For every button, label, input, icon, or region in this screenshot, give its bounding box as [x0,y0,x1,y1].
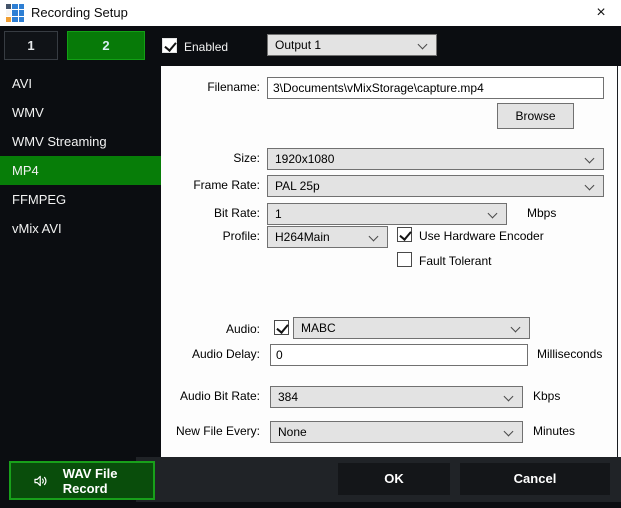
sidebar-item-ffmpeg[interactable]: FFMPEG [0,185,161,214]
chevron-down-icon [418,40,428,50]
sidebar-item-mp4[interactable]: MP4 [0,156,161,185]
tab-output-1[interactable]: 1 [4,31,58,60]
sidebar: AVI WMV WMV Streaming MP4 FFMPEG vMix AV… [0,66,161,508]
size-select[interactable]: 1920x1080 [267,148,604,170]
audio-delay-unit: Milliseconds [537,347,602,361]
audio-label: Audio: [161,322,260,336]
chevron-down-icon [504,427,514,437]
bit-rate-select-value: 1 [275,207,282,221]
new-file-every-select-value: None [278,425,307,439]
output-select-value: Output 1 [275,38,321,52]
filename-input[interactable] [267,77,604,99]
sidebar-item-avi[interactable]: AVI [0,69,161,98]
bit-rate-select[interactable]: 1 [267,203,507,225]
bit-rate-label: Bit Rate: [161,206,260,220]
cancel-button[interactable]: Cancel [460,463,610,495]
frame-rate-label: Frame Rate: [161,178,260,192]
chevron-down-icon [511,323,521,333]
window-title: Recording Setup [31,0,128,26]
audio-select-value: MABC [301,321,336,335]
browse-button[interactable]: Browse [497,103,574,129]
sidebar-item-wmv-streaming[interactable]: WMV Streaming [0,127,161,156]
speaker-icon [33,472,49,490]
vmix-logo-icon [6,4,24,22]
new-file-every-label: New File Every: [161,424,260,438]
new-file-every-select[interactable]: None [270,421,523,443]
frame-rate-select[interactable]: PAL 25p [267,175,604,197]
size-select-value: 1920x1080 [275,152,334,166]
fault-tolerant-checkbox[interactable] [397,252,412,267]
audio-bit-rate-unit: Kbps [533,389,560,403]
profile-select-value: H264Main [275,230,330,244]
wav-file-record-button[interactable]: WAV File Record [9,461,155,500]
enabled-label: Enabled [184,40,228,54]
audio-delay-label: Audio Delay: [161,347,260,361]
size-label: Size: [161,151,260,165]
frame-rate-select-value: PAL 25p [275,179,320,193]
titlebar: Recording Setup × [0,0,621,26]
bit-rate-unit: Mbps [527,206,556,220]
output-select[interactable]: Output 1 [267,34,437,56]
sidebar-item-vmix-avi[interactable]: vMix AVI [0,214,161,243]
wav-file-record-label: WAV File Record [63,466,153,496]
chevron-down-icon [585,181,595,191]
tab-output-2[interactable]: 2 [67,31,145,60]
audio-bit-rate-select-value: 384 [278,390,298,404]
top-strip: 1 2 Enabled Output 1 [0,26,621,66]
filename-label: Filename: [161,80,260,94]
audio-delay-input[interactable] [270,344,528,366]
panel-edge-divider [617,66,618,457]
recording-setup-window: Recording Setup × 1 2 Enabled Output 1 A… [0,0,621,508]
use-hardware-encoder-checkbox[interactable] [397,227,412,242]
chevron-down-icon [488,209,498,219]
audio-bit-rate-select[interactable]: 384 [270,386,523,408]
chevron-down-icon [504,392,514,402]
sidebar-item-wmv[interactable]: WMV [0,98,161,127]
enabled-checkbox[interactable] [162,38,177,53]
use-hardware-encoder-label: Use Hardware Encoder [419,229,544,243]
audio-checkbox[interactable] [274,320,289,335]
close-icon[interactable]: × [585,0,617,26]
chevron-down-icon [369,232,379,242]
new-file-every-unit: Minutes [533,424,575,438]
ok-button[interactable]: OK [338,463,450,495]
settings-panel: Filename: Browse Size: 1920x1080 Frame R… [161,66,621,457]
audio-bit-rate-label: Audio Bit Rate: [161,389,260,403]
footer-bar: WAV File Record OK Cancel [0,457,621,508]
chevron-down-icon [585,154,595,164]
fault-tolerant-label: Fault Tolerant [419,254,492,268]
audio-select[interactable]: MABC [293,317,530,339]
profile-select[interactable]: H264Main [267,226,388,248]
profile-label: Profile: [161,229,260,243]
